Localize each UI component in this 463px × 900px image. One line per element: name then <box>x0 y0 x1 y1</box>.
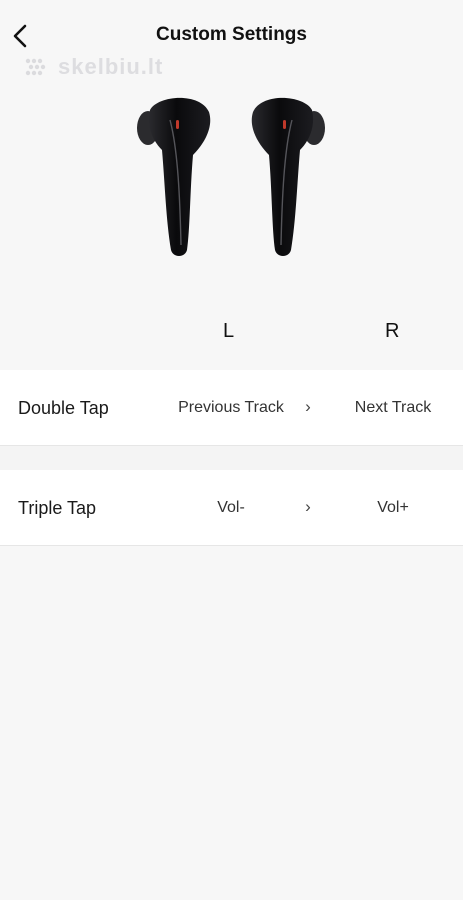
section-divider <box>0 446 463 470</box>
watermark: skelbiu.lt <box>24 54 163 80</box>
right-label: R <box>385 320 400 342</box>
custom-settings-screen: Custom Settings skelbiu.lt L R Double Ta… <box>0 0 463 900</box>
right-earbud <box>251 97 325 256</box>
chevron-right-icon: › <box>305 497 311 516</box>
earbuds-image <box>137 97 325 256</box>
left-earbud <box>137 97 211 256</box>
left-label: L <box>223 320 235 342</box>
header: Custom Settings skelbiu.lt <box>0 0 463 79</box>
triple-tap-right-action[interactable]: Vol+ <box>328 499 458 517</box>
page-title: Custom Settings <box>156 24 307 45</box>
triple-tap-label: Triple Tap <box>18 498 97 518</box>
chevron-right-icon: › <box>305 397 311 416</box>
watermark-logo-icon <box>25 58 46 76</box>
triple-tap-row[interactable]: Triple Tap Vol- › Vol+ <box>0 470 463 546</box>
watermark-text: skelbiu.lt <box>58 54 164 79</box>
double-tap-left-action[interactable]: Previous Track <box>161 399 301 417</box>
double-tap-label: Double Tap <box>18 398 109 418</box>
double-tap-right-action[interactable]: Next Track <box>328 399 458 417</box>
double-tap-row[interactable]: Double Tap Previous Track › Next Track <box>0 370 463 446</box>
triple-tap-left-action[interactable]: Vol- <box>161 499 301 517</box>
